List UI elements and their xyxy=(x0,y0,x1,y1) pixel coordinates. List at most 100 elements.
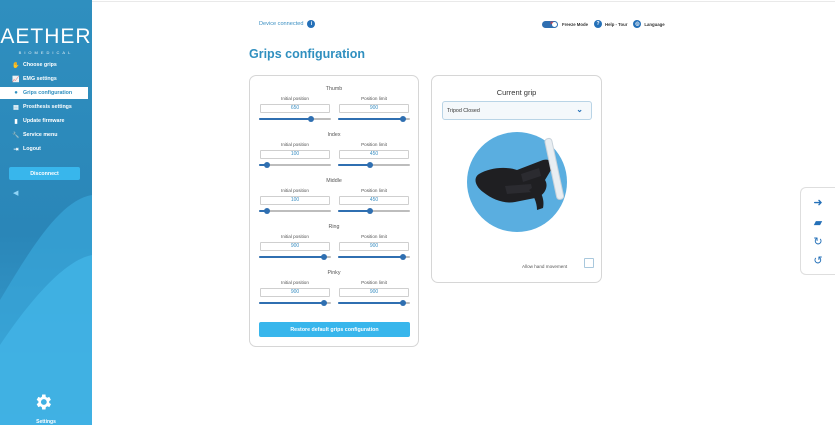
device-status: Device connected i xyxy=(259,20,316,28)
disconnect-button[interactable]: Disconnect xyxy=(9,167,80,180)
finger-title: Index xyxy=(327,132,341,138)
position-limit-input[interactable]: 900 xyxy=(339,288,409,297)
sidebar-item-label: Service menu xyxy=(23,132,58,138)
logo-text: AETHER xyxy=(0,25,92,48)
slider-thumb[interactable] xyxy=(307,115,314,122)
sidebar-item-label: Logout xyxy=(23,146,41,152)
initial-position-input[interactable]: 100 xyxy=(260,196,330,205)
collapse-sidebar-icon[interactable]: ◀ xyxy=(13,189,18,197)
slider-thumb[interactable] xyxy=(399,299,406,306)
position-limit-slider[interactable] xyxy=(338,299,410,307)
right-toolbar: ➜ ▰ ↻ ↺ xyxy=(800,187,835,275)
language-link[interactable]: Language xyxy=(644,22,664,27)
slider-thumb[interactable] xyxy=(263,207,270,214)
slider-fill xyxy=(338,118,403,120)
help-tour-link[interactable]: Help - Tour xyxy=(605,22,627,27)
initial-position-input[interactable]: 650 xyxy=(260,104,330,113)
position-limit-label: Position limit xyxy=(361,234,387,239)
initial-position-label: Initial position xyxy=(281,142,309,147)
sidebar-item-logout[interactable]: ⇥ Logout xyxy=(0,143,92,155)
sidebar-item-emg-settings[interactable]: 📈 EMG settings xyxy=(0,73,92,85)
slider-thumb[interactable] xyxy=(367,207,374,214)
freeze-mode-label: Freeze Mode xyxy=(562,21,589,27)
chart-icon: 📈 xyxy=(12,76,20,83)
sidebar-item-service-menu[interactable]: 🔧 Service menu xyxy=(0,129,92,141)
folder-open-icon[interactable]: ▰ xyxy=(810,215,826,231)
sidebar: AETHER BIOMEDICAL ✋ Choose grips 📈 EMG s… xyxy=(0,0,92,425)
initial-position-slider[interactable] xyxy=(259,253,331,261)
sidebar-item-update-firmware[interactable]: ▮ Update firmware xyxy=(0,115,92,127)
initial-position-input[interactable]: 900 xyxy=(260,242,330,251)
sidebar-item-grips-configuration[interactable]: ● Grips configuration xyxy=(0,87,88,99)
slider-fill xyxy=(338,210,371,212)
device-status-text: Device connected xyxy=(259,21,304,27)
initial-position-label: Initial position xyxy=(281,280,309,285)
logout-icon: ⇥ xyxy=(13,146,19,153)
slider-thumb[interactable] xyxy=(263,161,270,168)
position-limit-label: Position limit xyxy=(361,142,387,147)
sidebar-item-label: Prosthesis settings xyxy=(23,104,72,110)
gear-icon[interactable] xyxy=(33,392,53,412)
position-limit-slider[interactable] xyxy=(338,161,410,169)
finger-title: Ring xyxy=(328,224,340,230)
slider-thumb[interactable] xyxy=(399,253,406,260)
grip-icon: ● xyxy=(14,90,18,96)
position-limit-input[interactable]: 900 xyxy=(339,104,409,113)
restore-defaults-button[interactable]: Restore default grips configuration xyxy=(259,322,410,337)
undo-icon[interactable]: ↺ xyxy=(810,253,826,269)
finger-title: Thumb xyxy=(325,86,343,92)
slider-thumb[interactable] xyxy=(320,299,327,306)
slider-thumb[interactable] xyxy=(367,161,374,168)
position-limit-input[interactable]: 450 xyxy=(339,196,409,205)
logo-subtext: BIOMEDICAL xyxy=(18,50,74,55)
chevron-down-icon: ⌄ xyxy=(576,105,583,114)
slider-fill xyxy=(259,302,324,304)
initial-position-slider[interactable] xyxy=(259,207,331,215)
slider-thumb[interactable] xyxy=(320,253,327,260)
login-arrow-icon[interactable]: ➜ xyxy=(810,195,826,211)
current-grip-title: Current grip xyxy=(496,88,537,97)
info-icon[interactable]: i xyxy=(307,20,316,28)
top-controls: × Freeze Mode ? Help - Tour ◎ Language xyxy=(542,20,665,28)
initial-position-label: Initial position xyxy=(281,234,309,239)
freeze-mode-toggle[interactable]: × xyxy=(542,20,558,28)
sidebar-item-label: EMG settings xyxy=(23,76,57,82)
position-limit-input[interactable]: 900 xyxy=(339,242,409,251)
position-limit-label: Position limit xyxy=(361,280,387,285)
initial-position-input[interactable]: 100 xyxy=(260,150,330,159)
app-logo: AETHER BIOMEDICAL xyxy=(0,25,92,55)
help-icon[interactable]: ? xyxy=(594,20,603,28)
slider-fill xyxy=(259,118,311,120)
initial-position-input[interactable]: 900 xyxy=(260,288,330,297)
toggle-knob xyxy=(552,21,557,27)
slider-fill xyxy=(338,164,371,166)
grip-select[interactable]: Tripod Closed ⌄ xyxy=(442,101,592,120)
initial-position-slider[interactable] xyxy=(259,115,331,123)
sidebar-nav: ✋ Choose grips 📈 EMG settings ● Grips co… xyxy=(0,59,92,157)
settings-label[interactable]: Settings xyxy=(0,419,92,425)
position-limit-slider[interactable] xyxy=(338,115,410,123)
slider-fill xyxy=(259,256,324,258)
hand-icon: ✋ xyxy=(12,62,20,69)
position-limit-input[interactable]: 450 xyxy=(339,150,409,159)
finger-title: Middle xyxy=(326,178,342,184)
position-limit-slider[interactable] xyxy=(338,207,410,215)
current-grip-card: Current grip Tripod Closed ⌄ Allow hand … xyxy=(431,75,602,283)
sidebar-item-choose-grips[interactable]: ✋ Choose grips xyxy=(0,59,92,71)
sidebar-item-label: Grips configuration xyxy=(23,90,73,96)
restore-icon[interactable]: ↻ xyxy=(810,234,826,250)
initial-position-slider[interactable] xyxy=(259,161,331,169)
slider-thumb[interactable] xyxy=(399,115,406,122)
allow-movement-label: Allow hand movement xyxy=(522,264,568,269)
initial-position-label: Initial position xyxy=(281,96,309,101)
sidebar-item-prosthesis-settings[interactable]: ▤ Prosthesis settings xyxy=(0,101,92,113)
sidebar-item-label: Choose grips xyxy=(23,62,57,68)
page-title: Grips configuration xyxy=(249,47,365,61)
globe-icon[interactable]: ◎ xyxy=(633,20,642,28)
allow-movement-checkbox[interactable] xyxy=(584,258,594,268)
finger-title: Pinky xyxy=(327,270,341,276)
position-limit-slider[interactable] xyxy=(338,253,410,261)
sidebar-item-label: Update firmware xyxy=(23,118,65,124)
position-limit-label: Position limit xyxy=(361,188,387,193)
initial-position-slider[interactable] xyxy=(259,299,331,307)
